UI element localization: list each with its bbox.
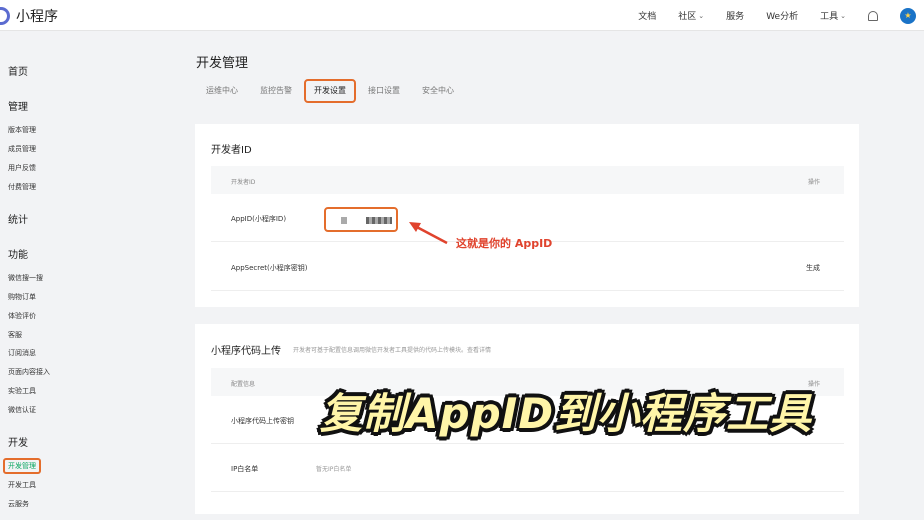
sidebar-item-members[interactable]: 成员管理 — [8, 144, 36, 154]
col-action: 操作 — [807, 179, 820, 186]
sidebar-item-orders[interactable]: 购物订单 — [8, 292, 36, 302]
tab-dev-settings[interactable]: 开发设置 — [304, 79, 356, 103]
nav-we-analysis[interactable]: We分析 — [766, 9, 798, 22]
appid-callout: 这就是你的 AppID — [456, 237, 553, 250]
nav-services[interactable]: 服务 — [726, 9, 744, 22]
appsecret-label: AppSecret(小程序密钥) — [231, 264, 308, 272]
nav-tools[interactable]: 工具 ⌄ — [820, 9, 846, 23]
nav-docs[interactable]: 文档 — [638, 9, 656, 22]
developer-id-title: 开发者ID — [211, 145, 252, 156]
sidebar: 首页 管理 版本管理 成员管理 用户反馈 付费管理 统计 功能 微信搜一搜 购物… — [0, 31, 176, 520]
sidebar-section-manage: 管理 — [8, 102, 28, 113]
sidebar-item-version[interactable]: 版本管理 — [8, 125, 36, 135]
tab-api-settings[interactable]: 接口设置 — [368, 84, 400, 103]
sidebar-item-page-content[interactable]: 页面内容接入 — [8, 367, 50, 377]
sidebar-item-payment[interactable]: 付费管理 — [8, 182, 36, 192]
sidebar-item-subscription[interactable]: 订阅消息 — [8, 348, 36, 358]
logo[interactable]: 小程序 — [0, 6, 58, 26]
code-upload-note[interactable]: 开发者可基于配置信息调用微信开发者工具提供的代码上传模块。查看详情 — [293, 345, 491, 354]
col-config: 配置信息 — [231, 381, 256, 388]
appid-value-box[interactable] — [324, 207, 398, 232]
tab-monitoring[interactable]: 监控告警 — [260, 84, 292, 103]
sidebar-item-wechat-search[interactable]: 微信搜一搜 — [8, 273, 43, 283]
tab-security[interactable]: 安全中心 — [422, 84, 454, 103]
sidebar-item-dev-management[interactable]: 开发管理 — [3, 458, 41, 474]
sidebar-section-stats[interactable]: 统计 — [8, 211, 28, 226]
ip-whitelist-label: IP白名单 — [231, 465, 259, 473]
appid-label: AppID(小程序ID) — [231, 215, 287, 223]
top-bar: 小程序 文档 社区 ⌄ 服务 We分析 工具 ⌄ ★ — [0, 0, 924, 31]
main-content: 开发管理 运维中心 监控告警 开发设置 接口设置 安全中心 开发者ID 开发者I… — [176, 31, 924, 520]
appid-blurred-value — [341, 217, 347, 224]
avatar[interactable]: ★ — [900, 7, 916, 24]
nav-community-label: 社区 — [678, 12, 697, 22]
table-row-ip-whitelist: IP白名单 暂无IP白名单 — [211, 444, 844, 492]
sidebar-item-reviews[interactable]: 体验评价 — [8, 311, 36, 321]
nav-tools-label: 工具 — [820, 12, 839, 22]
nav-community[interactable]: 社区 ⌄ — [678, 9, 705, 23]
miniprogram-logo-icon — [0, 7, 10, 25]
ip-whitelist-value: 暂无IP白名单 — [316, 466, 352, 473]
tab-bar: 运维中心 监控告警 开发设置 接口设置 安全中心 — [206, 79, 476, 103]
top-nav: 文档 社区 ⌄ 服务 We分析 工具 ⌄ ★ — [638, 0, 924, 31]
table-header: 开发者ID 操作 — [211, 166, 844, 194]
bell-icon[interactable] — [868, 10, 878, 21]
appid-blurred-value — [366, 217, 392, 224]
tab-ops[interactable]: 运维中心 — [206, 84, 238, 103]
sidebar-section-features: 功能 — [8, 250, 28, 261]
sidebar-item-customer-service[interactable]: 客服 — [8, 330, 22, 340]
chevron-down-icon: ⌄ — [840, 11, 846, 20]
sidebar-item-feedback[interactable]: 用户反馈 — [8, 163, 36, 173]
page-title: 开发管理 — [196, 56, 249, 71]
sidebar-item-dev-tools[interactable]: 开发工具 — [8, 480, 36, 490]
sidebar-item-home[interactable]: 首页 — [8, 63, 28, 78]
sidebar-section-dev: 开发 — [8, 438, 28, 449]
sidebar-item-experiment[interactable]: 实验工具 — [8, 386, 36, 396]
generate-link[interactable]: 生成 — [806, 263, 820, 273]
sidebar-item-verification[interactable]: 微信认证 — [8, 405, 36, 415]
upload-key-label: 小程序代码上传密钥 — [231, 417, 294, 425]
code-upload-title: 小程序代码上传 — [211, 346, 281, 357]
app-title: 小程序 — [16, 9, 58, 25]
caption-overlay: 复制AppID到小程序工具 — [320, 389, 813, 438]
col-developer-id: 开发者ID — [231, 179, 256, 186]
chevron-down-icon: ⌄ — [698, 11, 705, 20]
sidebar-item-cloud[interactable]: 云服务 — [8, 499, 29, 509]
